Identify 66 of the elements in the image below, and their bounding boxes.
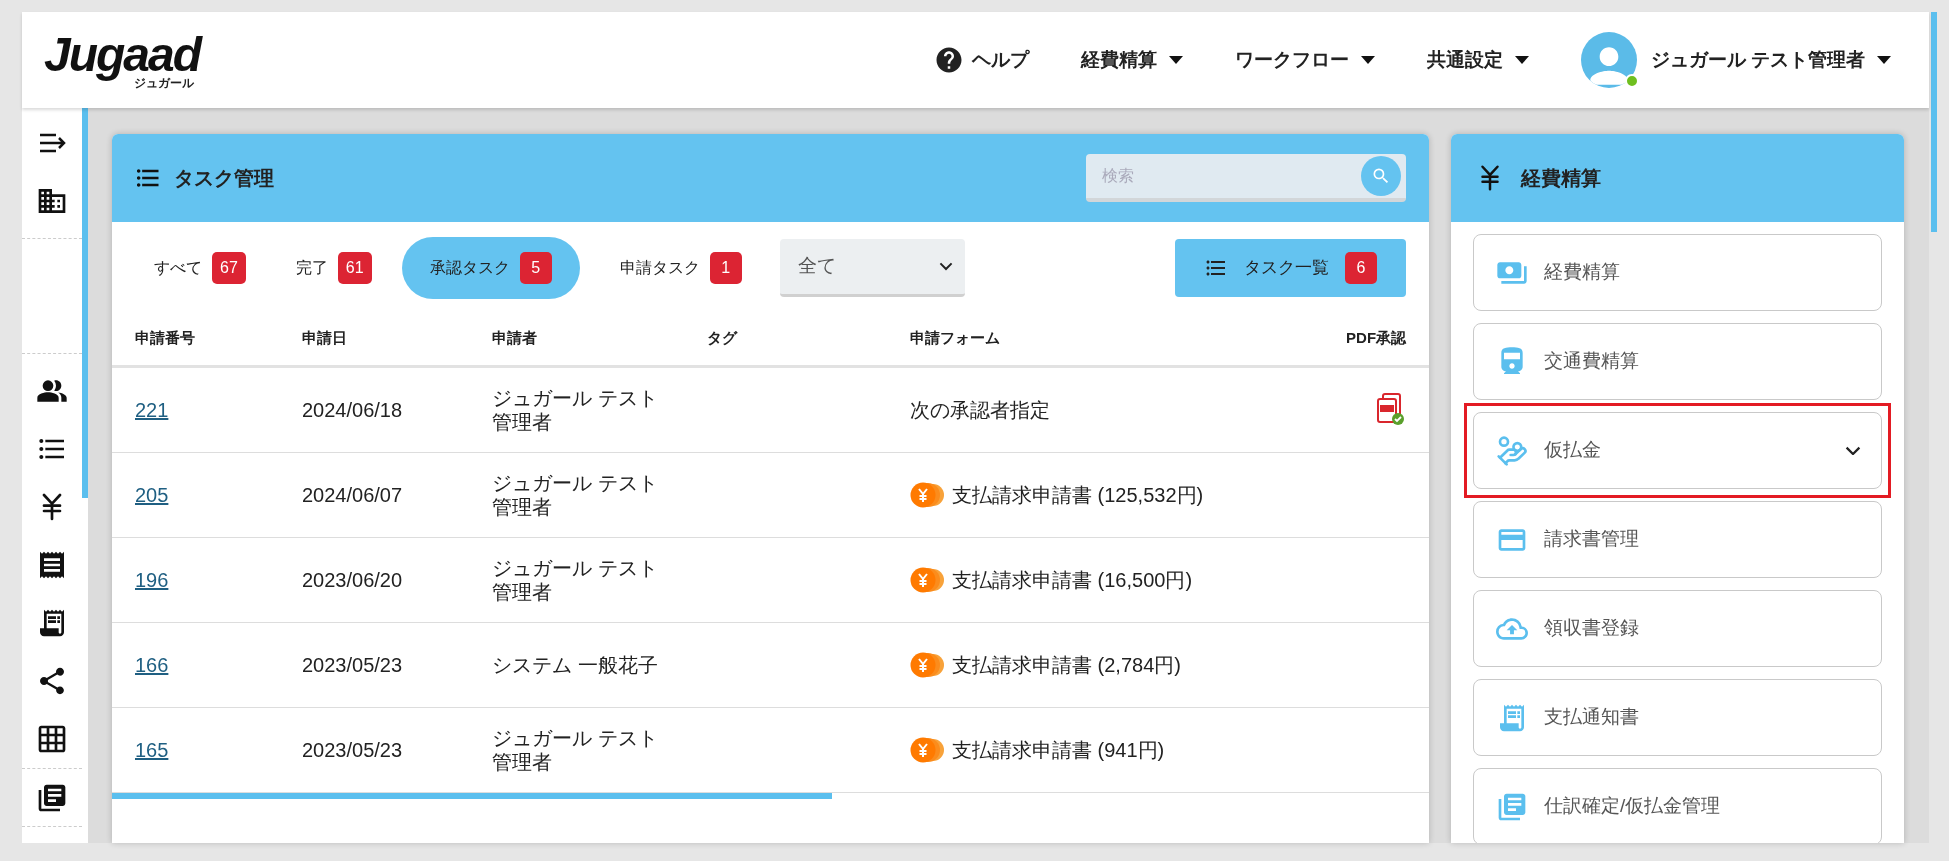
- count-badge: 1: [709, 252, 742, 284]
- column-header: 申請番号: [135, 327, 196, 348]
- filter-tab[interactable]: すべて 67: [134, 237, 266, 299]
- search-field[interactable]: 検索: [1086, 154, 1407, 202]
- request-number-link[interactable]: 196: [135, 569, 169, 591]
- nav-menu[interactable]: 共通設定: [1426, 45, 1529, 75]
- menu-item[interactable]: 仕訳確定/仮払金管理: [1473, 768, 1882, 843]
- task-list-button[interactable]: タスク一覧 6: [1175, 239, 1407, 297]
- nav-menu[interactable]: ワークフロー: [1234, 45, 1375, 75]
- applicant-cell: ジュガール テスト管理者: [492, 726, 658, 774]
- form-cell-text: 次の承認者指定: [910, 398, 1050, 423]
- status-select[interactable]: 全て: [779, 239, 965, 297]
- form-cell-text: 支払請求申請書 (125,532円): [952, 483, 1204, 508]
- form-cell-text: 支払請求申請書 (2,784円): [952, 653, 1181, 678]
- search-input[interactable]: 検索: [1102, 160, 1362, 192]
- caret-icon: [1360, 55, 1375, 65]
- request-number-link[interactable]: 165: [135, 739, 169, 761]
- menu-item[interactable]: 交通費精算: [1473, 323, 1882, 400]
- user-menu[interactable]: ジュガール テスト管理者: [1650, 45, 1891, 75]
- filter-tab[interactable]: 申請タスク 1: [599, 237, 762, 299]
- caret-icon: [1168, 55, 1183, 65]
- count-badge: 61: [337, 252, 372, 284]
- applicant-cell: ジュガール テスト管理者: [492, 386, 658, 434]
- page-scrollbar-thumb[interactable]: [1931, 12, 1937, 232]
- date-cell: 2023/05/23: [302, 739, 403, 761]
- count-badge: 6: [1345, 252, 1378, 284]
- date-cell: 2024/06/18: [302, 399, 403, 421]
- filter-tab[interactable]: 承認タスク 5: [401, 237, 580, 299]
- help-link[interactable]: ヘルプ: [933, 45, 1029, 75]
- chevron-icon: [938, 262, 953, 271]
- request-number-link[interactable]: 205: [135, 484, 169, 506]
- date-cell: 2024/06/07: [302, 484, 403, 506]
- column-header: 申請フォーム: [910, 327, 1001, 348]
- card-title: タスク管理: [174, 166, 274, 191]
- applicant-cell: ジュガール テスト管理者: [492, 556, 658, 604]
- column-header: 申請日: [302, 327, 348, 348]
- column-header: タグ: [707, 327, 739, 348]
- menu-item[interactable]: 請求書管理: [1473, 501, 1882, 578]
- menu-item[interactable]: 領収書登録: [1473, 590, 1882, 667]
- menu-item[interactable]: 経費精算: [1473, 234, 1882, 311]
- form-cell-text: 支払請求申請書 (941円): [952, 738, 1165, 763]
- count-badge: 67: [212, 252, 246, 284]
- applicant-cell: システム 一般花子: [492, 653, 658, 677]
- applicant-cell: ジュガール テスト管理者: [492, 471, 658, 519]
- menu-item[interactable]: 支払通知書: [1473, 679, 1882, 756]
- filter-tab[interactable]: 完了 61: [275, 237, 392, 299]
- logo[interactable]: Jugaad: [44, 31, 201, 79]
- grid-icon[interactable]: [36, 723, 68, 755]
- pdf-icon[interactable]: [1376, 393, 1407, 427]
- caret-icon: [1514, 55, 1529, 65]
- caret-icon: [1877, 55, 1891, 65]
- form-cell-text: 支払請求申請書 (16,500円): [952, 568, 1193, 593]
- request-number-link[interactable]: 166: [135, 654, 169, 676]
- menu-collapse-icon[interactable]: [38, 131, 66, 155]
- request-number-link[interactable]: 221: [135, 399, 169, 421]
- horizontal-scrollbar[interactable]: [112, 793, 832, 799]
- column-header: PDF承認: [1346, 327, 1407, 348]
- nav-menu[interactable]: 経費精算: [1080, 45, 1183, 75]
- date-cell: 2023/05/23: [302, 654, 403, 676]
- count-badge: 5: [519, 252, 552, 284]
- card-title: 経費精算: [1521, 166, 1602, 191]
- hand-money-icon: [1496, 434, 1529, 467]
- menu-item[interactable]: 仮払金: [1473, 412, 1882, 489]
- column-header: 申請者: [492, 327, 538, 348]
- scrollbar-thumb[interactable]: [82, 108, 88, 498]
- date-cell: 2023/06/20: [302, 569, 403, 591]
